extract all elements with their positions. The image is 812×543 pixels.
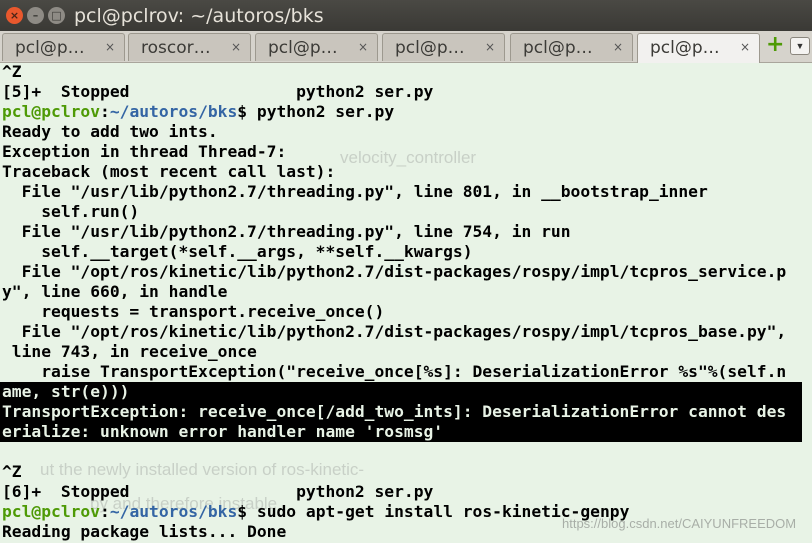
tab-label: pcl@p… xyxy=(650,38,720,58)
title-bar: × – □ pcl@pclrov: ~/autoros/bks xyxy=(0,0,812,31)
terminal-line: requests = transport.receive_once() xyxy=(2,302,385,321)
prompt-separator: : xyxy=(100,102,110,121)
terminal-line: [5]+ Stopped python2 ser.py xyxy=(2,82,434,101)
close-window-button[interactable]: × xyxy=(6,7,23,24)
selected-line: TransportException: receive_once[/add_tw… xyxy=(0,402,802,422)
tab-label: pcl@p… xyxy=(268,38,338,58)
window-title: pcl@pclrov: ~/autoros/bks xyxy=(74,5,324,27)
prompt-path: ~/autoros/bks xyxy=(109,102,238,121)
terminal-line: File "/opt/ros/kinetic/lib/python2.7/dis… xyxy=(2,322,787,341)
tab-close-icon[interactable]: × xyxy=(105,40,115,54)
terminal-line: ^Z xyxy=(2,462,22,481)
tab-1[interactable]: pcl@p… × xyxy=(2,33,125,61)
terminal-line: Ready to add two ints. xyxy=(2,122,218,141)
tab-close-icon[interactable]: × xyxy=(231,40,241,54)
terminal-line: self.run() xyxy=(2,202,140,221)
prompt-path: ~/autoros/bks xyxy=(109,502,238,521)
watermark-text: velocity_controller xyxy=(340,148,477,167)
terminal-line: self.__target(*self.__args, **self.__kwa… xyxy=(2,242,473,261)
tab-6-active[interactable]: pcl@p… × xyxy=(637,33,760,63)
tab-label: roscor… xyxy=(141,38,211,58)
selected-line: erialize: unknown error handler name 'ro… xyxy=(0,422,802,442)
terminal-line: File "/opt/ros/kinetic/lib/python2.7/dis… xyxy=(2,262,787,281)
tab-close-icon[interactable]: × xyxy=(485,40,495,54)
tab-2[interactable]: roscor… × xyxy=(128,33,251,61)
terminal-output[interactable]: velocity_controller ut the newly install… xyxy=(0,62,812,543)
tab-5[interactable]: pcl@p… × xyxy=(510,33,633,61)
terminal-line: raise TransportException("receive_once[%… xyxy=(2,362,787,381)
terminal-line: File "/usr/lib/python2.7/threading.py", … xyxy=(2,182,708,201)
prompt-end: $ xyxy=(237,502,257,521)
tab-close-icon[interactable]: × xyxy=(613,40,623,54)
add-tab-plus-icon[interactable]: + xyxy=(766,34,784,56)
prompt-line: pcl@pclrov:~/autoros/bks$ python2 ser.py xyxy=(2,102,394,122)
watermark-text: ut the newly installed version of ros-ki… xyxy=(40,460,365,479)
terminal-line: Exception in thread Thread-7: xyxy=(2,142,287,161)
tab-label: pcl@p… xyxy=(395,38,465,58)
terminal-line: Traceback (most recent call last): xyxy=(2,162,336,181)
prompt-user: pcl@pclrov xyxy=(2,102,101,121)
tab-menu-chevron-down-icon[interactable]: ▼ xyxy=(790,37,810,55)
tab-bar: pcl@p… × roscor… × pcl@p… × pcl@p… × pcl… xyxy=(0,31,812,63)
terminal-line: Reading package lists... Done xyxy=(2,522,287,541)
tab-close-icon[interactable]: × xyxy=(358,40,368,54)
tab-4[interactable]: pcl@p… × xyxy=(382,33,505,61)
tab-label: pcl@p… xyxy=(523,38,593,58)
terminal-line: [6]+ Stopped python2 ser.py xyxy=(2,482,434,501)
terminal-line: y", line 660, in handle xyxy=(2,282,228,301)
tab-label: pcl@p… xyxy=(15,38,85,58)
prompt-separator: : xyxy=(100,502,110,521)
terminal-line: ^Z xyxy=(2,62,22,81)
command-text: python2 ser.py xyxy=(256,102,395,121)
tab-close-icon[interactable]: × xyxy=(740,40,750,54)
maximize-window-button[interactable]: □ xyxy=(48,7,65,24)
watermark-url: https://blog.csdn.net/CAIYUNFREEDOM xyxy=(562,516,797,531)
terminal-line: line 743, in receive_once xyxy=(2,342,257,361)
minimize-window-button[interactable]: – xyxy=(27,7,44,24)
prompt-end: $ xyxy=(237,102,257,121)
prompt-line: pcl@pclrov:~/autoros/bks$ sudo apt-get i… xyxy=(2,502,629,522)
terminal-line: File "/usr/lib/python2.7/threading.py", … xyxy=(2,222,571,241)
selected-line: ame, str(e))) xyxy=(0,382,802,402)
prompt-user: pcl@pclrov xyxy=(2,502,101,521)
tab-3[interactable]: pcl@p… × xyxy=(255,33,378,61)
